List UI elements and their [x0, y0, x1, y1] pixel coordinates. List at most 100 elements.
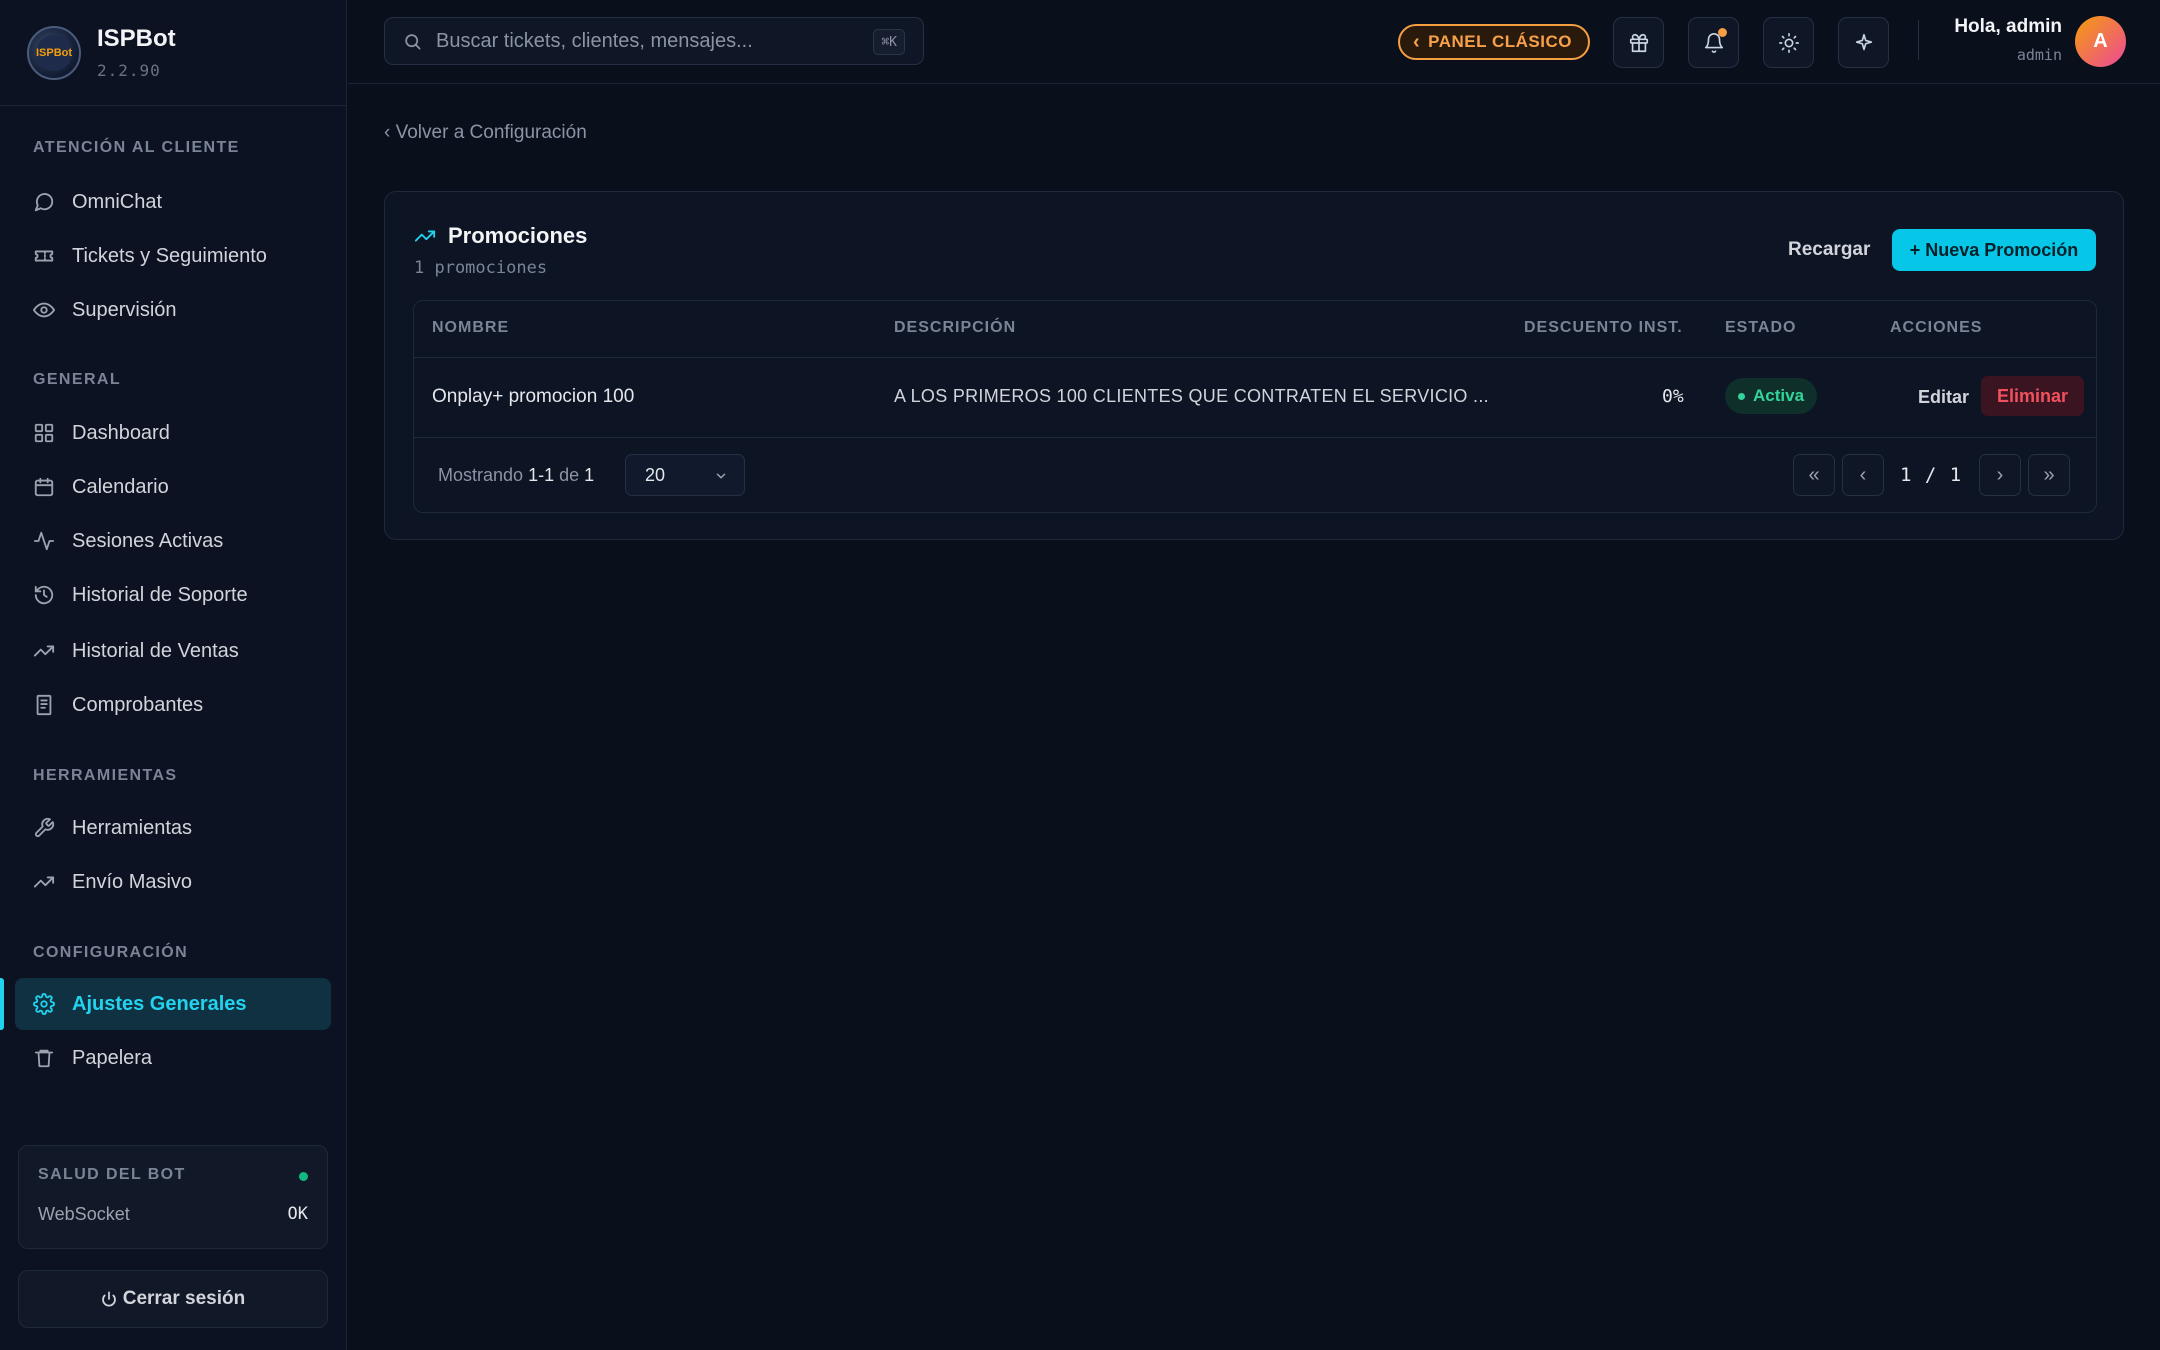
logout-button[interactable]: Cerrar sesión: [18, 1270, 328, 1328]
sidebar-item-label: Calendario: [72, 475, 169, 498]
search-input[interactable]: [436, 29, 856, 53]
notification-dot: [1718, 28, 1727, 37]
sidebar-item-label: Historial de Ventas: [72, 639, 239, 662]
showing-total: 1: [584, 465, 595, 485]
promotions-card: Promociones 1 promociones Recargar + Nue…: [384, 191, 2124, 540]
bot-health-title: SALUD DEL BOT: [38, 1166, 186, 1183]
sidebar-item-tickets[interactable]: Tickets y Seguimiento: [15, 230, 331, 282]
next-page-button[interactable]: ›: [1979, 454, 2021, 496]
back-to-settings-link[interactable]: ‹ Volver a Configuración: [384, 122, 587, 144]
status-badge: Activa: [1725, 378, 1818, 414]
notifications-button[interactable]: [1688, 17, 1739, 68]
prev-page-button[interactable]: ‹: [1842, 454, 1884, 496]
gift-button[interactable]: [1613, 17, 1664, 68]
classic-panel-button[interactable]: ‹ PANEL CLÁSICO: [1398, 24, 1590, 60]
gift-icon: [1628, 32, 1650, 54]
history-icon: [33, 584, 55, 606]
page-title-text: Promociones: [448, 223, 588, 248]
sidebar: ISPBot ISPBot 2.2.90 ATENCIÓN AL CLIENTE…: [0, 0, 347, 1350]
per-page-select[interactable]: 20: [625, 454, 745, 496]
sidebar-item-omnichat[interactable]: OmniChat: [15, 176, 331, 228]
column-header-acciones: ACCIONES: [1890, 319, 1983, 336]
eye-icon: [33, 299, 55, 321]
user-role: admin: [2016, 46, 2062, 64]
sidebar-item-label: Herramientas: [72, 816, 193, 839]
showing-prefix: Mostrando: [438, 465, 524, 485]
avatar[interactable]: A: [2075, 16, 2126, 67]
brand: ISPBot ISPBot 2.2.90: [0, 0, 346, 106]
column-header-nombre[interactable]: NOMBRE: [432, 319, 509, 337]
trending-up-icon: [33, 871, 55, 893]
sidebar-item-label: Ajustes Generales: [72, 992, 247, 1015]
table-row[interactable]: Onplay+ promocion 100 A LOS PRIMEROS 100…: [414, 358, 2096, 438]
chat-icon: [33, 191, 55, 213]
sidebar-item-label: Tickets y Seguimiento: [72, 244, 267, 267]
sidebar-item-sesiones[interactable]: Sesiones Activas: [15, 515, 331, 567]
brand-version: 2.2.90: [97, 61, 161, 80]
header-divider: [1918, 20, 1919, 60]
sidebar-item-label: Supervisión: [72, 298, 177, 321]
section-label-configuracion: CONFIGURACIÓN: [33, 944, 189, 961]
section-label-atencion: ATENCIÓN AL CLIENTE: [33, 139, 240, 156]
column-header-estado[interactable]: ESTADO: [1725, 319, 1796, 337]
sun-icon: [1778, 32, 1800, 54]
websocket-label: WebSocket: [38, 1204, 130, 1224]
brand-logo-text: ISPBot: [36, 34, 72, 71]
chevron-down-icon: [714, 469, 728, 483]
sidebar-item-supervision[interactable]: Supervisión: [15, 284, 331, 336]
new-promotion-button[interactable]: + Nueva Promoción: [1892, 229, 2096, 271]
brand-logo[interactable]: ISPBot: [27, 25, 81, 80]
reload-button[interactable]: Recargar: [1778, 229, 1880, 271]
search-shortcut: ⌘K: [873, 29, 905, 55]
column-header-descuento[interactable]: DESCUENTO INST.: [1524, 319, 1683, 337]
sidebar-item-historial-soporte[interactable]: Historial de Soporte: [15, 569, 331, 621]
section-label-general: GENERAL: [33, 371, 122, 388]
sidebar-item-label: Papelera: [72, 1046, 153, 1069]
section-label-herramientas: HERRAMIENTAS: [33, 767, 178, 784]
chevron-left-icon: ‹: [1413, 31, 1421, 53]
delete-button[interactable]: Eliminar: [1981, 376, 2085, 416]
trending-up-icon: [414, 225, 436, 247]
search-icon: [403, 32, 422, 51]
power-icon: [101, 1291, 117, 1307]
active-indicator: [0, 978, 4, 1030]
theme-toggle-button[interactable]: [1763, 17, 1814, 68]
sidebar-item-dashboard[interactable]: Dashboard: [15, 407, 331, 459]
table-header: NOMBRE DESCRIPCIÓN DESCUENTO INST. ESTAD…: [414, 301, 2096, 358]
sidebar-item-comprobantes[interactable]: Comprobantes: [15, 679, 331, 731]
sidebar-item-historial-ventas[interactable]: Historial de Ventas: [15, 625, 331, 677]
pagination-summary: Mostrando 1-1 de 1: [438, 465, 594, 486]
showing-range: 1-1: [528, 465, 555, 485]
user-greeting: Hola, admin: [1954, 16, 2062, 37]
classic-panel-label: PANEL CLÁSICO: [1428, 32, 1572, 51]
promotion-count: 1 promociones: [414, 258, 548, 278]
sparkle-icon: [1853, 32, 1875, 54]
edit-button[interactable]: Editar: [1902, 378, 1985, 416]
sidebar-item-herramientas[interactable]: Herramientas: [15, 802, 331, 854]
column-header-descripcion[interactable]: DESCRIPCIÓN: [894, 319, 1016, 337]
sidebar-item-envio-masivo[interactable]: Envío Masivo: [15, 856, 331, 908]
promotion-discount: 0%: [1662, 386, 1684, 407]
page-indicator: 1 / 1: [1900, 464, 1963, 486]
page-title: Promociones: [414, 223, 587, 249]
sidebar-item-papelera[interactable]: Papelera: [15, 1032, 331, 1084]
health-status-dot: [299, 1172, 308, 1181]
sidebar-item-label: OmniChat: [72, 190, 163, 213]
showing-of: de: [559, 465, 580, 485]
search-bar[interactable]: ⌘K: [384, 17, 924, 65]
sidebar-item-label: Sesiones Activas: [72, 529, 224, 552]
ai-assistant-button[interactable]: [1838, 17, 1889, 68]
last-page-button[interactable]: »: [2028, 454, 2070, 496]
sidebar-item-ajustes-generales[interactable]: Ajustes Generales: [15, 978, 331, 1030]
bot-health-panel: SALUD DEL BOT WebSocket OK: [18, 1145, 328, 1249]
sidebar-item-label: Envío Masivo: [72, 870, 193, 893]
table-footer: Mostrando 1-1 de 1 20 « ‹ 1 / 1 › »: [414, 439, 2096, 512]
top-header: ⌘K ‹ PANEL CLÁSICO Hola, admin admin A: [348, 0, 2160, 84]
sidebar-item-calendario[interactable]: Calendario: [15, 461, 331, 513]
activity-icon: [33, 530, 55, 552]
first-page-button[interactable]: «: [1793, 454, 1835, 496]
trending-up-icon: [33, 640, 55, 662]
receipt-icon: [33, 694, 55, 716]
sidebar-item-label: Dashboard: [72, 421, 170, 444]
gear-icon: [33, 993, 55, 1015]
